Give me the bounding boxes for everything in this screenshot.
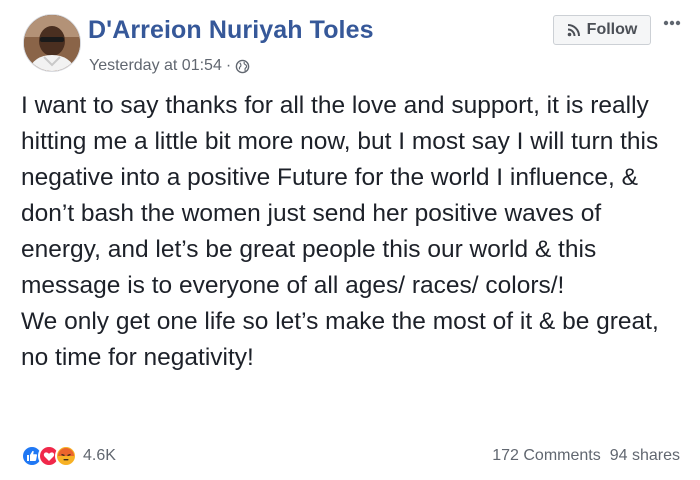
reaction-count: 4.6K	[83, 447, 116, 464]
avatar-photo	[24, 15, 80, 71]
reactions-summary[interactable]: 4.6K	[21, 445, 116, 467]
author-name[interactable]: D'Arreion Nuriyah Toles	[88, 16, 374, 45]
angry-icon	[55, 445, 77, 467]
follow-button[interactable]: Follow	[553, 15, 651, 45]
post-timestamp[interactable]: Yesterday at 01:54	[89, 57, 222, 75]
more-options-icon[interactable]	[660, 12, 684, 34]
follow-label: Follow	[586, 21, 638, 38]
post-paragraph: We only get one life so let’s make the m…	[21, 308, 659, 371]
shares-count[interactable]: 94 shares	[610, 447, 680, 465]
engagement-counts: 172 Comments 94 shares	[492, 447, 680, 465]
facebook-post: D'Arreion Nuriyah Toles Yesterday at 01:…	[0, 0, 700, 480]
post-body: I want to say thanks for all the love an…	[21, 88, 686, 376]
globe-icon[interactable]	[235, 59, 250, 74]
comments-count[interactable]: 172 Comments	[492, 447, 601, 465]
rss-icon	[567, 23, 581, 37]
post-paragraph: I want to say thanks for all the love an…	[21, 92, 659, 299]
post-meta: Yesterday at 01:54 ·	[89, 57, 250, 75]
avatar[interactable]	[23, 14, 81, 72]
meta-separator: ·	[225, 57, 232, 74]
